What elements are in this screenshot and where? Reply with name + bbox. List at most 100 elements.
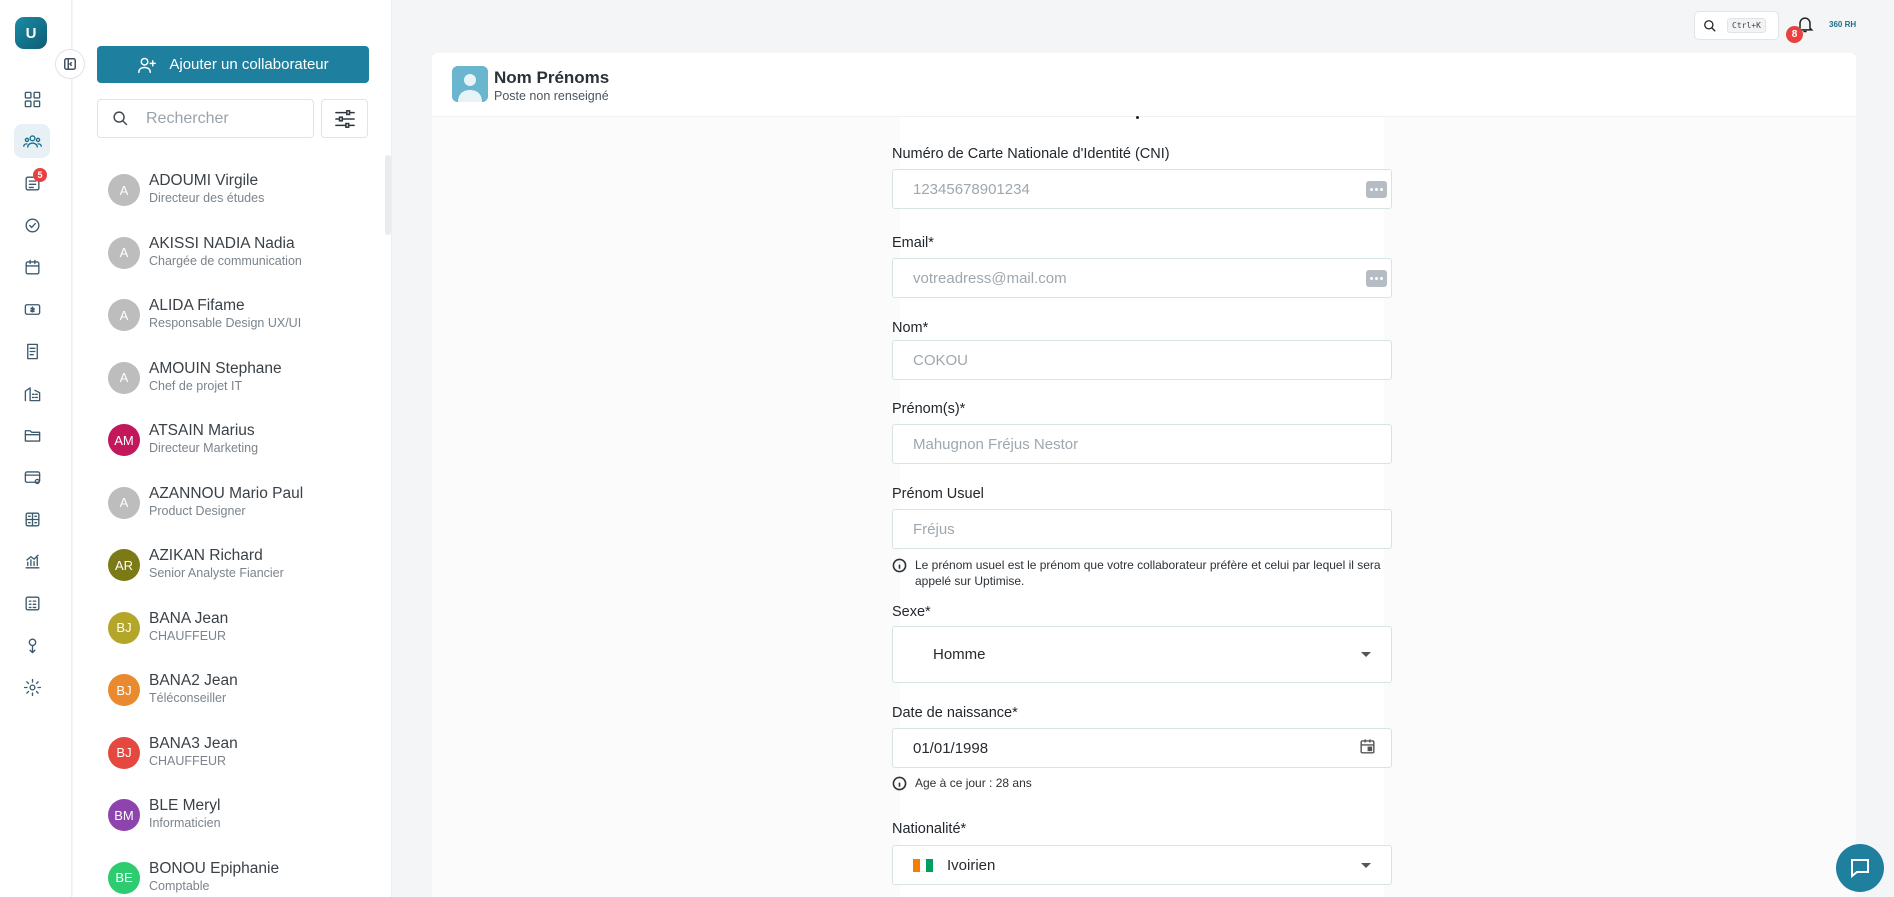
- collaborator-list-item[interactable]: BJ BANA Jean CHAUFFEUR: [108, 602, 378, 665]
- avatar: A: [108, 236, 140, 269]
- nav-calculator[interactable]: [14, 502, 50, 536]
- collaborator-role: Téléconseiller: [149, 691, 227, 705]
- date-naissance-field[interactable]: 01/01/1998: [892, 728, 1392, 768]
- collaborator-list-item[interactable]: BJ BANA2 Jean Téléconseiller: [108, 664, 378, 727]
- avatar: A: [108, 361, 140, 394]
- collaborator-list-item[interactable]: BJ BANA3 Jean CHAUFFEUR: [108, 727, 378, 790]
- avatar: BJ: [108, 611, 140, 644]
- profile-name: Nom Prénoms: [494, 68, 610, 87]
- nav-contracts[interactable]: [14, 334, 50, 368]
- nav-requests[interactable]: 5: [14, 166, 50, 200]
- contracts-icon: [26, 343, 38, 359]
- sidebar-toggle-icon: [64, 58, 76, 70]
- collaborator-list-item[interactable]: AM ATSAIN Marius Directeur Marketing: [108, 414, 378, 477]
- collaborator-list-item[interactable]: AR AZIKAN Richard Senior Analyste Fiancier: [108, 539, 378, 602]
- collaborator-name: BANA3 Jean: [149, 734, 238, 752]
- prenom-usuel-field[interactable]: Fréjus: [892, 509, 1392, 549]
- cni-more-icon[interactable]: [1366, 180, 1387, 198]
- collaborator-list-item[interactable]: A AKISSI NADIA Nadia Chargée de communicat…: [108, 227, 378, 290]
- collaborator-role: Product Designer: [149, 503, 246, 518]
- collaborator-role: Responsable Design UX/UI: [149, 316, 302, 330]
- age-hint: Age à ce jour : 28 ans: [892, 775, 1392, 791]
- collaborator-list-item[interactable]: A ALIDA Fifame Responsable Design UX/UI: [108, 289, 378, 352]
- nom-field[interactable]: COKOU: [892, 340, 1392, 380]
- nav-company[interactable]: [14, 376, 50, 410]
- nav-analytics[interactable]: [14, 544, 50, 578]
- nav-payroll[interactable]: [14, 292, 50, 326]
- collaborator-info: ADOUMI Virgile Directeur des études: [149, 171, 264, 207]
- search-icon: [1704, 19, 1716, 32]
- collaborator-search[interactable]: [97, 99, 314, 138]
- dashboard-icon: [24, 91, 40, 107]
- settings-icon: [23, 678, 41, 696]
- award-icon: [28, 637, 36, 653]
- collaborator-panel: Ajouter un collaborateur A ADOUMI Virgile…: [73, 0, 392, 897]
- collaborator-role: CHAUFFEUR: [149, 753, 227, 768]
- collaborator-name: AZANNOU Mario Paul: [149, 484, 304, 502]
- nav-settings[interactable]: [14, 670, 50, 704]
- prenom-usuel-label: Prénom Usuel: [892, 486, 984, 502]
- filter-button[interactable]: [321, 99, 368, 138]
- nav-award[interactable]: [14, 628, 50, 662]
- add-collaborator-button[interactable]: Ajouter un collaborateur: [97, 46, 369, 83]
- collaborator-list-item[interactable]: A ADOUMI Virgile Directeur des études: [108, 164, 378, 227]
- collaborator-role: CHAUFFEUR: [149, 628, 227, 643]
- avatar: BE: [108, 861, 140, 894]
- approval-icon: [24, 217, 40, 233]
- nav-cards[interactable]: [14, 460, 50, 494]
- nom-placeholder: COKOU: [913, 351, 969, 369]
- collaborator-list-item[interactable]: BM BLE Meryl Informaticien: [108, 789, 378, 852]
- profile-header: Nom Prénoms Poste non renseigné: [432, 53, 1856, 117]
- collapse-sidebar-button[interactable]: [55, 49, 85, 79]
- collaborator-info: BONOU Epiphanie Comptable: [149, 859, 279, 895]
- flag-stripe-green: [926, 858, 934, 872]
- avatar: A: [108, 174, 140, 206]
- app-logo[interactable]: U: [15, 17, 47, 49]
- prenom-usuel-hint-text: Le prénom usuel est le prénom que votre …: [915, 558, 1381, 588]
- nav-folder[interactable]: [14, 418, 50, 452]
- nav-team[interactable]: [14, 124, 50, 158]
- nav-report[interactable]: [14, 586, 50, 620]
- company-logo[interactable]: 360 RH: [1829, 13, 1861, 37]
- collaborator-info: AZANNOU Mario Paul Product Designer: [149, 484, 303, 520]
- prenoms-label: Prénom(s)*: [892, 401, 966, 417]
- nav-dashboard[interactable]: [14, 82, 50, 116]
- folder-icon: [24, 429, 40, 442]
- nationalite-select[interactable]: Ivoirien: [892, 845, 1392, 885]
- avatar: AR: [108, 549, 140, 581]
- calendar-icon[interactable]: [1358, 737, 1377, 760]
- chat-icon: [1851, 859, 1869, 879]
- info-icon: [892, 558, 907, 573]
- prenoms-field[interactable]: Mahugnon Fréjus Nestor: [892, 424, 1392, 464]
- nav-approval[interactable]: [14, 208, 50, 242]
- sexe-value: Homme: [933, 646, 986, 663]
- collaborator-name: BANA Jean: [149, 609, 229, 627]
- age-hint-text: Age à ce jour : 28 ans: [915, 776, 1032, 790]
- cni-placeholder: 12345678901234: [913, 180, 1030, 198]
- collaborator-info: AZIKAN Richard Senior Analyste Fiancier: [149, 546, 284, 582]
- avatar: A: [108, 299, 140, 331]
- collaborator-list-item[interactable]: A AZANNOU Mario Paul Product Designer: [108, 477, 378, 540]
- chat-support-button[interactable]: [1836, 844, 1884, 892]
- collaborator-info: AKISSI NADIA Nadia Chargée de communicati…: [149, 234, 302, 270]
- date-naissance-value: 01/01/1998: [913, 739, 989, 757]
- sexe-label: Sexe*: [892, 604, 931, 620]
- email-more-icon[interactable]: [1366, 269, 1387, 287]
- collaborator-info: ALIDA Fifame Responsable Design UX/UI: [149, 296, 301, 332]
- filter-sliders-icon: [334, 109, 355, 128]
- avatar: BJ: [108, 736, 140, 769]
- collaborator-list-item[interactable]: BE BONOU Epiphanie Comptable: [108, 852, 378, 897]
- sexe-select[interactable]: Homme: [892, 626, 1392, 683]
- collaborator-role: Directeur des études: [149, 191, 265, 205]
- search-input[interactable]: [142, 109, 302, 128]
- collaborator-info: BANA3 Jean CHAUFFEUR: [149, 734, 238, 770]
- list-scrollbar[interactable]: [385, 155, 391, 235]
- collaborator-role: Chef de projet IT: [149, 378, 243, 393]
- email-field[interactable]: votreadress@mail.com: [892, 258, 1392, 298]
- nav-calendar[interactable]: [14, 250, 50, 284]
- cni-field[interactable]: 12345678901234: [892, 169, 1392, 209]
- nationalite-label: Nationalité*: [892, 821, 967, 837]
- global-search-button[interactable]: Ctrl+K: [1694, 11, 1779, 40]
- collaborator-list-item[interactable]: A AMOUIN Stephane Chef de projet IT: [108, 352, 378, 415]
- email-label: Email*: [892, 235, 934, 251]
